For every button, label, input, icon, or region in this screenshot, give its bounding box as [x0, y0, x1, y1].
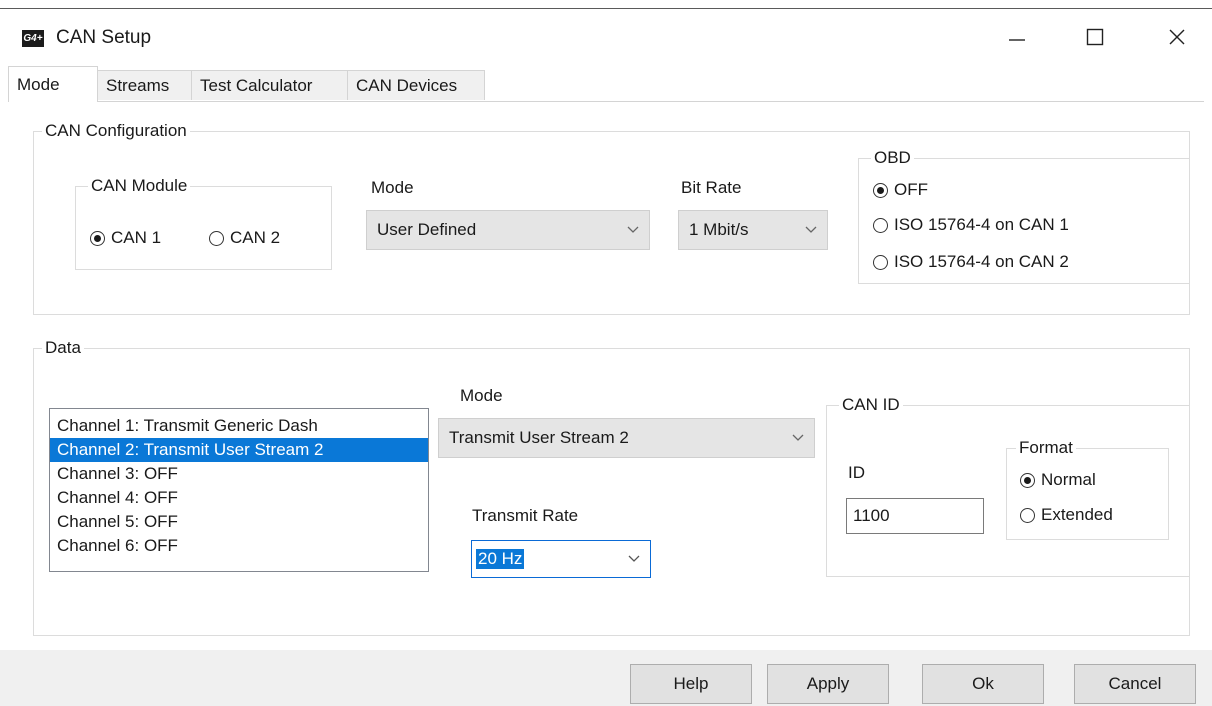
radio-format-normal[interactable]: Normal [1020, 470, 1096, 490]
radio-format-normal-label: Normal [1041, 470, 1096, 489]
tab-streams-label: Streams [106, 76, 170, 95]
data-mode-label: Mode [460, 386, 503, 405]
radio-can-2[interactable]: CAN 2 [209, 228, 280, 248]
chevron-down-icon [627, 226, 639, 233]
id-input[interactable] [846, 498, 984, 534]
radio-format-extended-dot [1020, 507, 1035, 523]
radio-obd-can-1-dot [873, 217, 888, 233]
format-group [1006, 448, 1169, 540]
id-label: ID [848, 463, 865, 482]
radio-obd-off-dot [873, 182, 888, 198]
app-logo-icon: G4+ [22, 30, 44, 47]
radio-can-1-dot [90, 230, 105, 246]
tab-mode[interactable]: Mode [8, 66, 98, 102]
tab-test-calculator[interactable]: Test Calculator [191, 70, 348, 100]
chevron-down-icon [628, 555, 640, 562]
can-configuration-label: CAN Configuration [42, 121, 190, 141]
radio-can-2-label: CAN 2 [230, 228, 281, 247]
close-button[interactable] [1150, 18, 1204, 56]
tab-test-calculator-label: Test Calculator [200, 76, 313, 95]
list-item[interactable]: Channel 1: Transmit Generic Dash [50, 414, 428, 438]
cancel-button[interactable]: Cancel [1074, 664, 1196, 704]
maximize-icon [1086, 28, 1104, 46]
transmit-rate-label: Transmit Rate [472, 506, 579, 525]
minimize-button[interactable] [990, 18, 1044, 56]
list-item[interactable]: Channel 5: OFF [50, 510, 428, 534]
apply-button[interactable]: Apply [767, 664, 889, 704]
close-icon [1169, 29, 1185, 45]
list-item[interactable]: Channel 3: OFF [50, 462, 428, 486]
tab-streams[interactable]: Streams [97, 70, 192, 100]
list-item-selected[interactable]: Channel 2: Transmit User Stream 2 [50, 438, 428, 462]
bit-rate-select[interactable]: 1 Mbit/s [678, 210, 828, 250]
list-item[interactable]: Channel 4: OFF [50, 486, 428, 510]
config-mode-value: User Defined [377, 220, 477, 239]
config-mode-select[interactable]: User Defined [366, 210, 650, 250]
channel-list[interactable]: Channel 1: Transmit Generic Dash Channel… [49, 408, 429, 572]
format-label: Format [1016, 438, 1076, 458]
radio-obd-can-1[interactable]: ISO 15764-4 on CAN 1 [873, 215, 1069, 235]
radio-can-1-label: CAN 1 [111, 228, 162, 247]
list-item[interactable]: Channel 6: OFF [50, 534, 428, 558]
chevron-down-icon [792, 434, 804, 441]
minimize-icon [1009, 39, 1025, 41]
radio-obd-can-2[interactable]: ISO 15764-4 on CAN 2 [873, 252, 1069, 272]
tab-can-devices-label: CAN Devices [356, 76, 458, 95]
radio-obd-can-1-label: ISO 15764-4 on CAN 1 [894, 215, 1069, 234]
radio-format-extended[interactable]: Extended [1020, 505, 1113, 525]
radio-can-2-dot [209, 230, 224, 246]
obd-label: OBD [871, 148, 914, 168]
can-module-label: CAN Module [88, 176, 191, 196]
tab-mode-label: Mode [17, 75, 60, 94]
bit-rate-label: Bit Rate [681, 178, 742, 197]
data-label: Data [42, 338, 84, 358]
data-mode-value: Transmit User Stream 2 [449, 428, 629, 447]
help-button[interactable]: Help [630, 664, 752, 704]
ok-button[interactable]: Ok [922, 664, 1044, 704]
radio-format-extended-label: Extended [1041, 505, 1113, 524]
transmit-rate-select[interactable]: 20 Hz [471, 540, 651, 578]
maximize-button[interactable] [1068, 18, 1122, 56]
config-mode-label: Mode [371, 178, 414, 197]
radio-can-1[interactable]: CAN 1 [90, 228, 161, 248]
window-title: CAN Setup [56, 27, 152, 48]
radio-obd-off[interactable]: OFF [873, 180, 928, 200]
radio-obd-can-2-label: ISO 15764-4 on CAN 2 [894, 252, 1069, 271]
bit-rate-value: 1 Mbit/s [689, 220, 749, 239]
tab-can-devices[interactable]: CAN Devices [347, 70, 485, 100]
can-id-label: CAN ID [839, 395, 903, 415]
data-mode-select[interactable]: Transmit User Stream 2 [438, 418, 815, 458]
radio-format-normal-dot [1020, 472, 1035, 488]
chevron-down-icon [805, 226, 817, 233]
window-top-border [0, 8, 1212, 9]
transmit-rate-value: 20 Hz [476, 549, 525, 569]
radio-obd-off-label: OFF [894, 180, 928, 199]
radio-obd-can-2-dot [873, 254, 888, 270]
